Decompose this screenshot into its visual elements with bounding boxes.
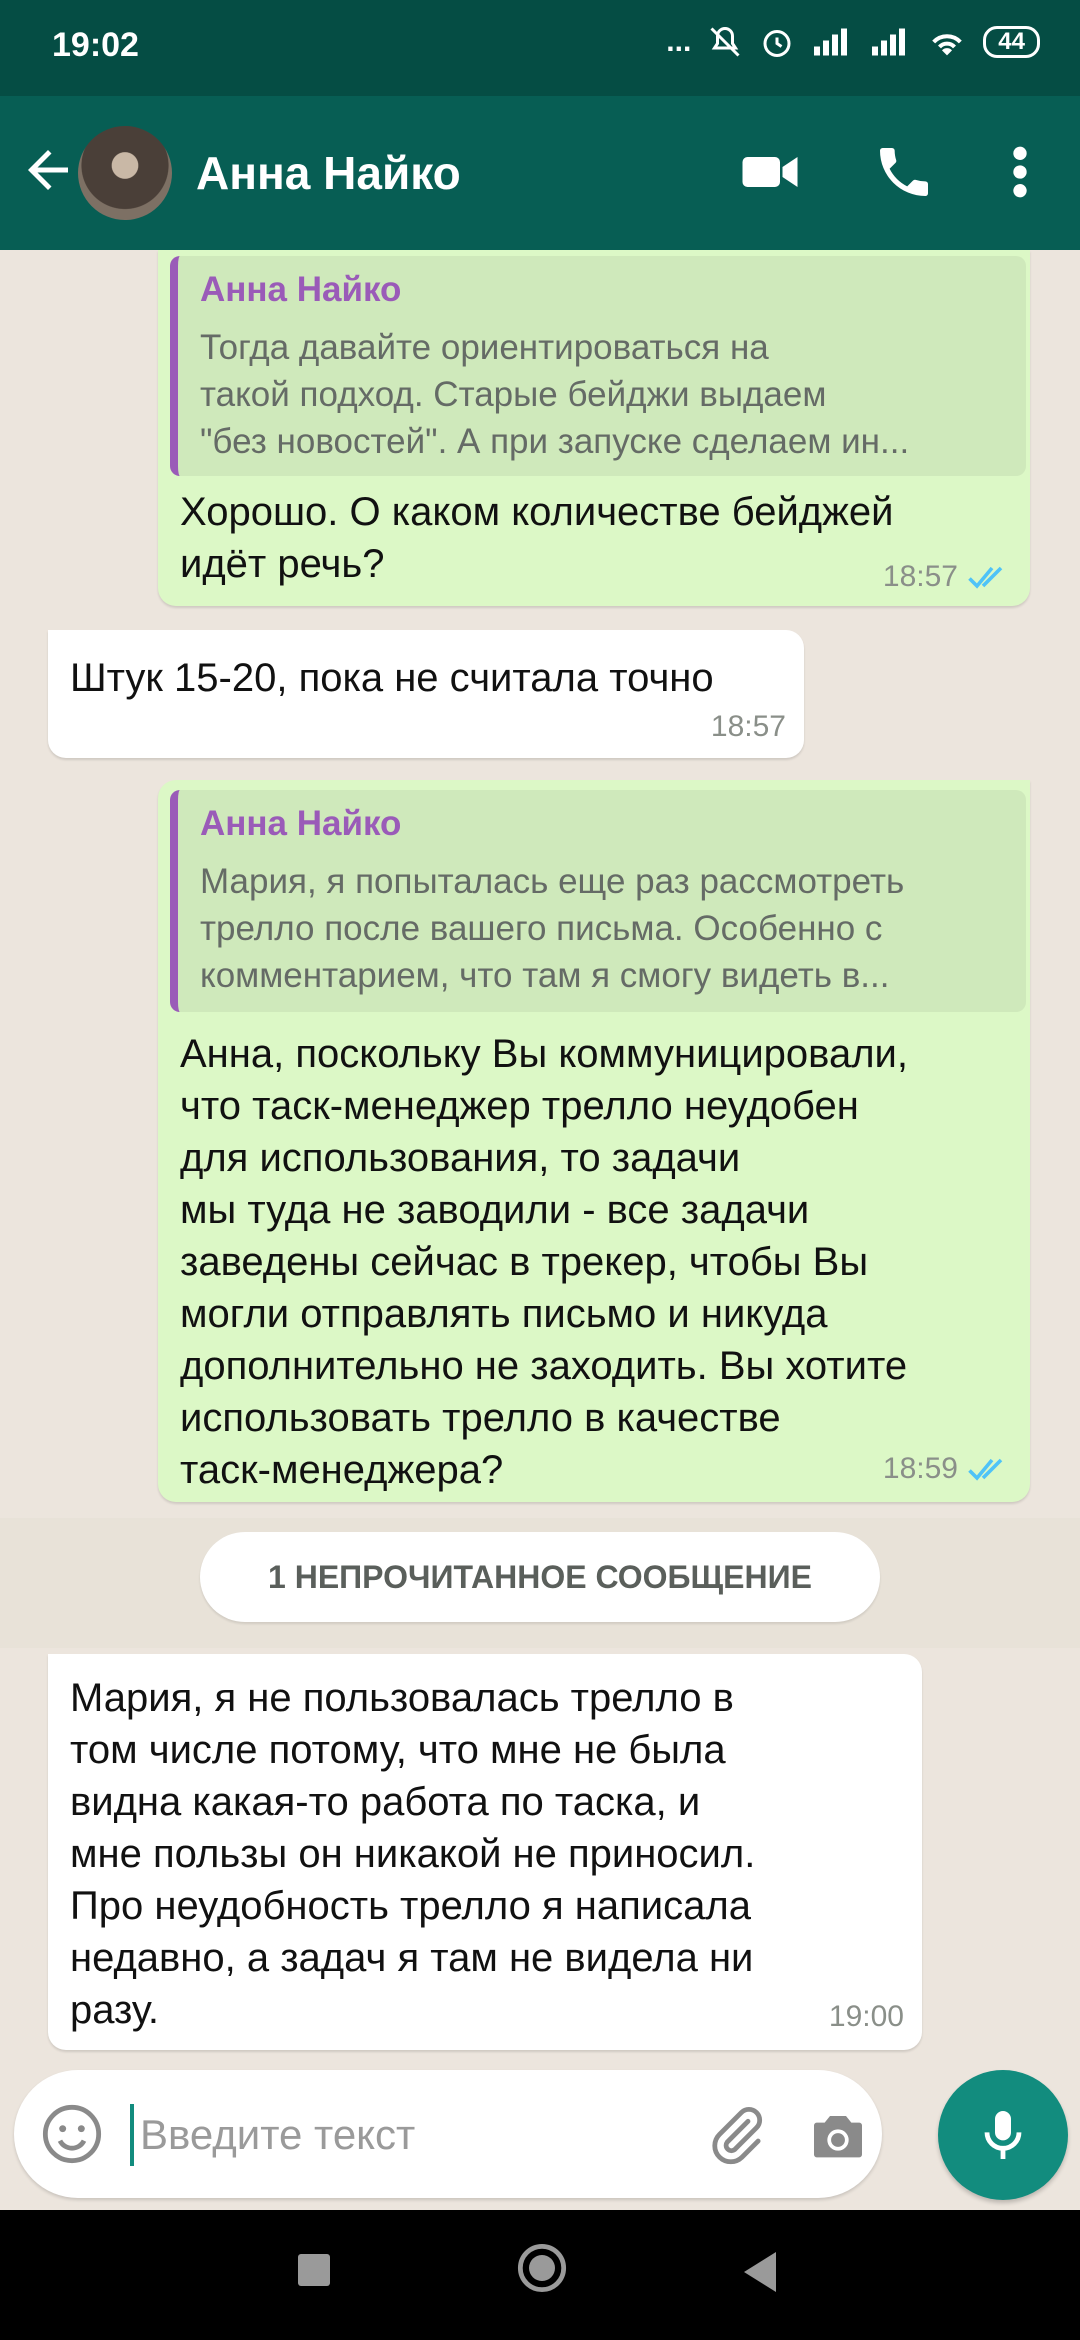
message-time: 18:59 — [882, 1452, 958, 1485]
message-bubble-outgoing[interactable]: Анна Найко Тогда давайте ориентироваться… — [158, 250, 1030, 606]
more-notifications-icon: ... — [666, 25, 692, 58]
signal-icon — [814, 28, 848, 56]
message-bubble-outgoing[interactable]: Анна Найко Мария, я попыталась еще раз р… — [158, 780, 1030, 1502]
phone-icon[interactable] — [872, 140, 936, 204]
camera-icon[interactable] — [806, 2104, 870, 2168]
message-text: Анна, поскольку Вы коммуницировали, что … — [180, 1032, 909, 1492]
message-time: 18:57 — [882, 560, 958, 593]
home-icon[interactable] — [516, 2242, 568, 2294]
message-input[interactable] — [138, 2098, 702, 2172]
video-call-icon[interactable] — [738, 142, 802, 202]
attach-icon[interactable] — [704, 2104, 768, 2168]
message-meta: 18:57 — [883, 560, 1012, 594]
microphone-icon — [984, 2111, 1022, 2159]
avatar[interactable] — [78, 126, 172, 220]
message-time: 18:57 — [710, 710, 786, 743]
message-text: Хорошо. О каком количестве бейджей идёт … — [180, 490, 894, 586]
quoted-message[interactable]: Анна Найко Тогда давайте ориентироваться… — [170, 256, 1026, 476]
emoji-icon[interactable] — [40, 2102, 104, 2166]
quoted-text: Мария, я попыталась еще раз рассмотреть … — [200, 862, 905, 995]
alarm-icon — [763, 30, 791, 57]
nav-back-icon[interactable] — [740, 2250, 780, 2294]
mute-icon — [710, 26, 740, 57]
voice-record-button[interactable] — [938, 2070, 1068, 2200]
more-vert-icon[interactable] — [1000, 140, 1040, 204]
recent-apps-icon[interactable] — [298, 2254, 330, 2286]
message-bubble-incoming[interactable]: Штук 15-20, пока не считала точно 18:57 — [48, 630, 804, 758]
quoted-author: Анна Найко — [200, 804, 402, 843]
message-text: Штук 15-20, пока не считала точно — [70, 656, 714, 700]
wifi-icon — [932, 34, 963, 56]
status-icons: ... 44 — [666, 24, 1040, 60]
chat-header: Анна Найко — [0, 96, 1080, 250]
message-meta: 18:57 — [711, 710, 786, 744]
system-nav-bar — [0, 2210, 1080, 2340]
battery-icon: 44 — [983, 26, 1040, 58]
quoted-author: Анна Найко — [200, 270, 402, 309]
quoted-text: Тогда давайте ориентироваться на такой п… — [200, 328, 910, 461]
signal-icon-2 — [872, 28, 906, 56]
message-meta: 19:00 — [829, 2000, 904, 2034]
back-arrow-icon[interactable] — [18, 140, 78, 200]
quoted-message[interactable]: Анна Найко Мария, я попыталась еще раз р… — [170, 790, 1026, 1012]
message-composer — [14, 2070, 882, 2198]
contact-name[interactable]: Анна Найко — [196, 146, 461, 200]
read-ticks-icon — [968, 1458, 1003, 1481]
message-meta: 18:59 — [883, 1452, 1012, 1486]
message-time: 19:00 — [828, 2000, 904, 2033]
message-text: Мария, я не пользовалась трелло в том чи… — [70, 1676, 756, 2032]
status-time: 19:02 — [52, 26, 139, 64]
read-ticks-icon — [968, 566, 1003, 589]
message-bubble-incoming[interactable]: Мария, я не пользовалась трелло в том чи… — [48, 1654, 922, 2050]
unread-messages-divider: 1 НЕПРОЧИТАННОЕ СООБЩЕНИЕ — [200, 1532, 880, 1622]
chat-area[interactable]: Анна Найко Тогда давайте ориентироваться… — [0, 250, 1080, 2070]
status-bar: 19:02 ... 44 — [0, 0, 1080, 96]
text-cursor — [130, 2104, 134, 2166]
